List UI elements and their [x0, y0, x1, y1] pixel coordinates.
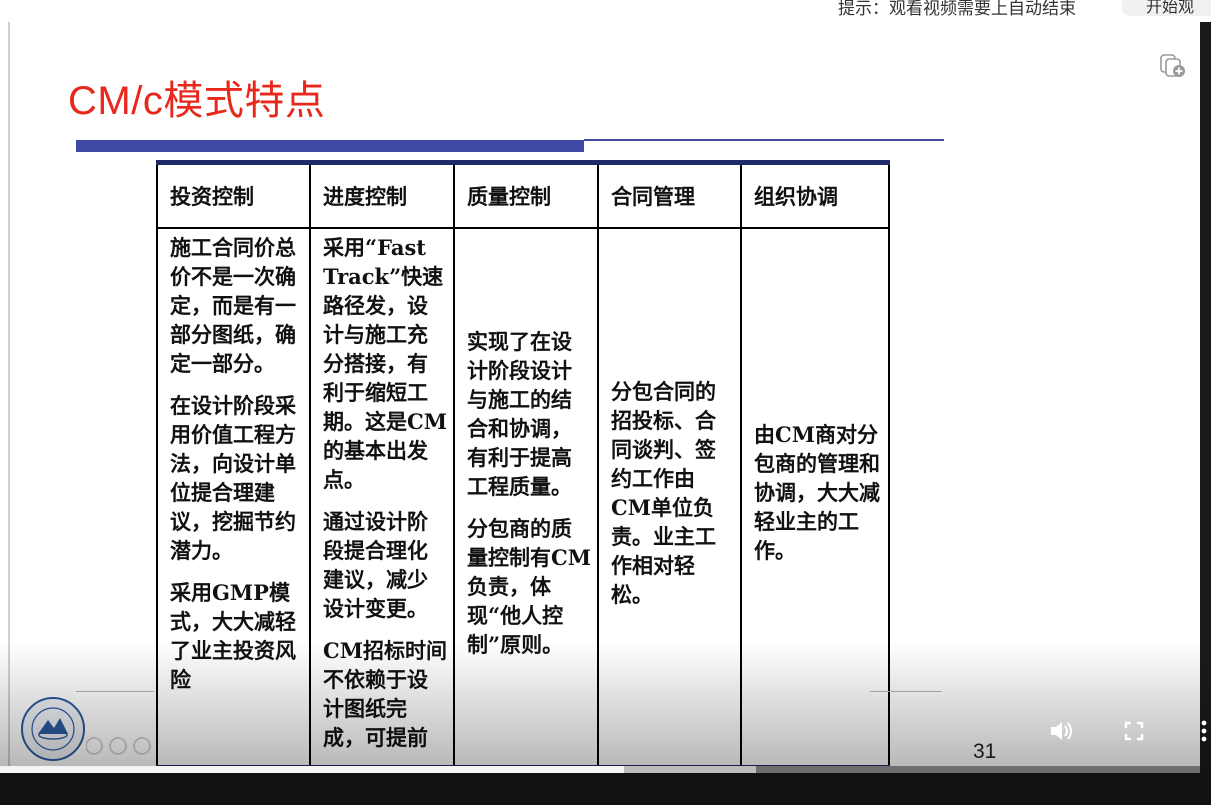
- start-watch-button[interactable]: 开始观: [1122, 0, 1211, 16]
- cm-features-table: 投资控制 进度控制 质量控制 合同管理 组织协调 施工合同价总价不是一次确定，而…: [156, 160, 890, 767]
- cell-paragraph: 采用GMP模式，大大减轻了业主投资风险: [170, 580, 296, 692]
- table-header-row: 投资控制 进度控制 质量控制 合同管理 组织协调: [156, 162, 890, 229]
- video-progress-bar[interactable]: [0, 766, 1200, 773]
- volume-icon[interactable]: [1049, 719, 1075, 743]
- cell-paragraph: 在设计阶段采用价值工程方法，向设计单位提合理建议，挖掘节约潜力。: [170, 393, 296, 563]
- stage-right-border: [1200, 22, 1211, 767]
- header-organization-coordination: 组织协调: [740, 162, 890, 229]
- fullscreen-icon[interactable]: [1124, 721, 1144, 741]
- video-stage[interactable]: CM/c模式特点 投资控制 进度控制 质量控制 合同管理 组织协调 施工合同价总…: [0, 22, 1211, 767]
- browser-top-strip: 提示：观看视频需要上自动结束 开始观: [0, 0, 1211, 23]
- header-quality-control: 质量控制: [453, 162, 599, 229]
- cell-paragraph: 通过设计阶段提合理化建议，减少设计变更。: [323, 509, 428, 621]
- title-accent-bar: [76, 140, 584, 152]
- player-bottom-bar: [0, 773, 1211, 805]
- slide-page-number: 31: [973, 740, 997, 763]
- cell-paragraph: 分包商的质量控制有CM负责，体现“他人控制”原则。: [467, 515, 591, 657]
- cell-paragraph: 由CM商对分包商的管理和协调，大大减轻业主的工作。: [754, 422, 880, 563]
- stage-left-border: [8, 22, 10, 767]
- footer-rule-right: [870, 691, 942, 692]
- footer-rule-left: [76, 691, 154, 692]
- header-contract-management: 合同管理: [597, 162, 742, 229]
- header-investment-control: 投资控制: [156, 162, 311, 229]
- cell-contract-management: 分包合同的招投标、合同谈判、签约工作由CM单位负责。业主工作相对轻松。: [597, 228, 742, 767]
- more-vertical-icon[interactable]: [1199, 719, 1209, 743]
- hint-text: 提示：观看视频需要上自动结束: [838, 0, 1076, 19]
- university-logo: [21, 697, 85, 761]
- cell-paragraph: 分包合同的招投标、合同谈判、签约工作由CM单位负责。业主工作相对轻松。: [611, 378, 716, 607]
- cell-paragraph: CM招标时间不依赖于设计图纸完成，可提前: [323, 638, 447, 750]
- title-accent-line: [584, 139, 944, 141]
- cell-organization-coordination: 由CM商对分包商的管理和协调，大大减轻业主的工作。: [740, 228, 890, 767]
- slide-title: CM/c模式特点: [68, 79, 326, 123]
- cell-investment-control: 施工合同价总价不是一次确定，而是有一部分图纸，确定一部分。 在设计阶段采用价值工…: [156, 228, 311, 767]
- cell-paragraph: 实现了在设计阶段设计与施工的结合和协调，有利于提高工程质量。: [467, 328, 572, 499]
- copy-add-icon[interactable]: [1158, 50, 1188, 80]
- table-body-row: 施工合同价总价不是一次确定，而是有一部分图纸，确定一部分。 在设计阶段采用价值工…: [156, 228, 890, 767]
- slide-nav-icons: [86, 737, 151, 755]
- cell-paragraph: 采用“Fast Track”快速路径发，设计与施工充分搭接，有利于缩短工期。这是…: [323, 235, 447, 492]
- progress-played: [0, 766, 624, 773]
- cell-paragraph: 施工合同价总价不是一次确定，而是有一部分图纸，确定一部分。: [170, 235, 296, 376]
- cell-quality-control: 实现了在设计阶段设计与施工的结合和协调，有利于提高工程质量。 分包商的质量控制有…: [453, 228, 599, 767]
- header-schedule-control: 进度控制: [309, 162, 455, 229]
- cell-schedule-control: 采用“Fast Track”快速路径发，设计与施工充分搭接，有利于缩短工期。这是…: [309, 228, 455, 767]
